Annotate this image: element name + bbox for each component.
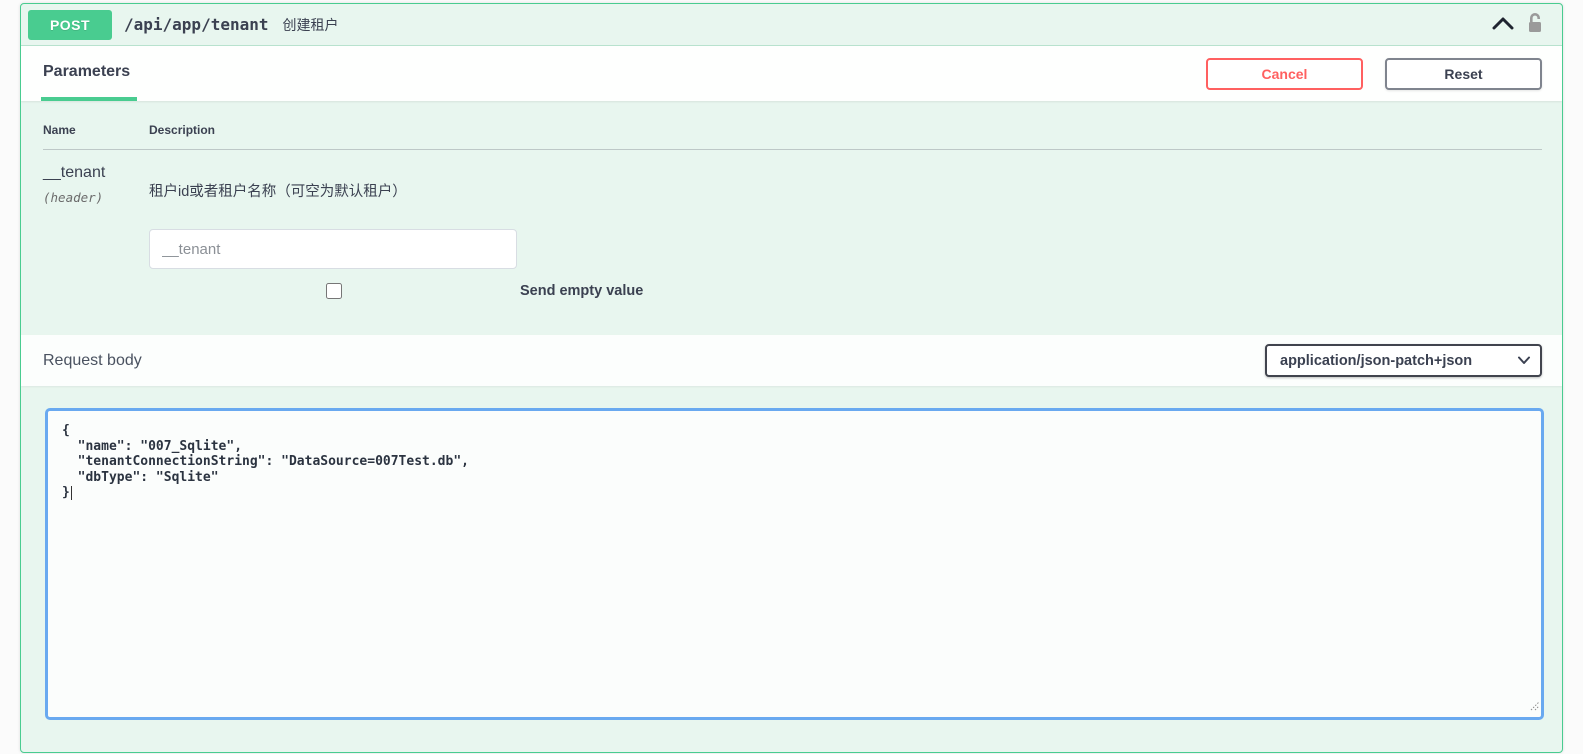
chevron-up-icon (1492, 16, 1514, 33)
content-type-select-wrap: application/json-patch+json (1265, 344, 1542, 377)
method-badge: POST (28, 10, 112, 40)
send-empty-label[interactable]: Send empty value (520, 283, 643, 299)
request-body-json: { "name": "007_Sqlite", "tenantConnectio… (62, 423, 469, 500)
request-body-editor[interactable]: { "name": "007_Sqlite", "tenantConnectio… (45, 408, 1544, 720)
collapse-button[interactable] (1486, 16, 1520, 33)
authorize-button[interactable] (1520, 12, 1550, 37)
content-type-select[interactable]: application/json-patch+json (1265, 344, 1542, 377)
resize-handle-icon[interactable] (1528, 698, 1540, 716)
request-body-header: Request body application/json-patch+json (21, 335, 1562, 386)
parameter-name-cell: __tenant (header) (43, 164, 149, 301)
tab-parameters[interactable]: Parameters (41, 46, 137, 101)
request-body-label: Request body (43, 352, 142, 370)
reset-button[interactable]: Reset (1385, 58, 1542, 90)
parameter-name: __tenant (43, 164, 149, 182)
endpoint-header[interactable]: POST /api/app/tenant 创建租户 (21, 4, 1562, 46)
request-body-section: { "name": "007_Sqlite", "tenantConnectio… (21, 386, 1562, 732)
parameters-table-header: Name Description (43, 123, 1542, 150)
send-empty-checkbox[interactable] (326, 283, 342, 299)
endpoint-path: /api/app/tenant (124, 15, 269, 34)
parameter-description: 租户id或者租户名称（可空为默认租户） (149, 164, 1542, 201)
request-body-text: { "name": "007_Sqlite", "tenantConnectio… (62, 423, 1527, 501)
parameters-section: Name Description __tenant (header) 租户id或… (21, 101, 1562, 321)
column-header-name: Name (43, 123, 149, 137)
parameter-row: __tenant (header) 租户id或者租户名称（可空为默认租户） Se… (43, 150, 1542, 301)
tab-bar: Parameters Cancel Reset (21, 46, 1562, 101)
parameter-location: (header) (43, 190, 149, 205)
unlocked-padlock-icon (1526, 12, 1544, 37)
cancel-button[interactable]: Cancel (1206, 58, 1363, 90)
send-empty-row: Send empty value (149, 281, 1542, 301)
tab-parameters-label: Parameters (43, 63, 130, 81)
endpoint-summary: 创建租户 (283, 15, 339, 35)
tenant-parameter-input[interactable] (149, 229, 517, 269)
column-header-description: Description (149, 123, 1542, 137)
parameter-description-cell: 租户id或者租户名称（可空为默认租户） Send empty value (149, 164, 1542, 301)
text-cursor (71, 486, 72, 500)
opblock-post-tenant: POST /api/app/tenant 创建租户 Parameters Can… (20, 3, 1563, 753)
